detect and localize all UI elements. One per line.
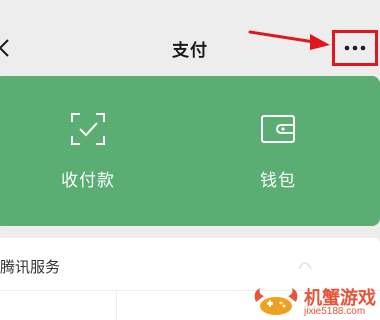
more-horizontal-icon xyxy=(344,45,366,51)
services-title: 腾讯服务 xyxy=(0,259,61,276)
wallet-label: 钱包 xyxy=(260,171,296,190)
crab-logo-icon xyxy=(254,288,298,315)
page-title: 支付 xyxy=(172,41,208,60)
payment-page: 支付 收付款 钱包 腾讯服务 机蟹游戏 jixie5188.com xyxy=(0,0,380,320)
watermark: 机蟹游戏 jixie5188.com xyxy=(246,280,380,320)
wallet-button[interactable]: 钱包 xyxy=(198,76,358,226)
divider xyxy=(116,290,117,320)
navigation-bar: 支付 xyxy=(0,26,380,70)
watermark-domain: jixie5188.com xyxy=(304,306,366,317)
receive-pay-label: 收付款 xyxy=(61,171,115,190)
service-icon xyxy=(298,262,312,270)
scan-check-icon xyxy=(71,113,105,145)
receive-pay-button[interactable]: 收付款 xyxy=(8,76,168,226)
status-bar xyxy=(0,0,380,26)
more-button[interactable] xyxy=(332,30,378,66)
wallet-icon xyxy=(261,115,295,143)
payment-card: 收付款 钱包 xyxy=(0,76,380,280)
